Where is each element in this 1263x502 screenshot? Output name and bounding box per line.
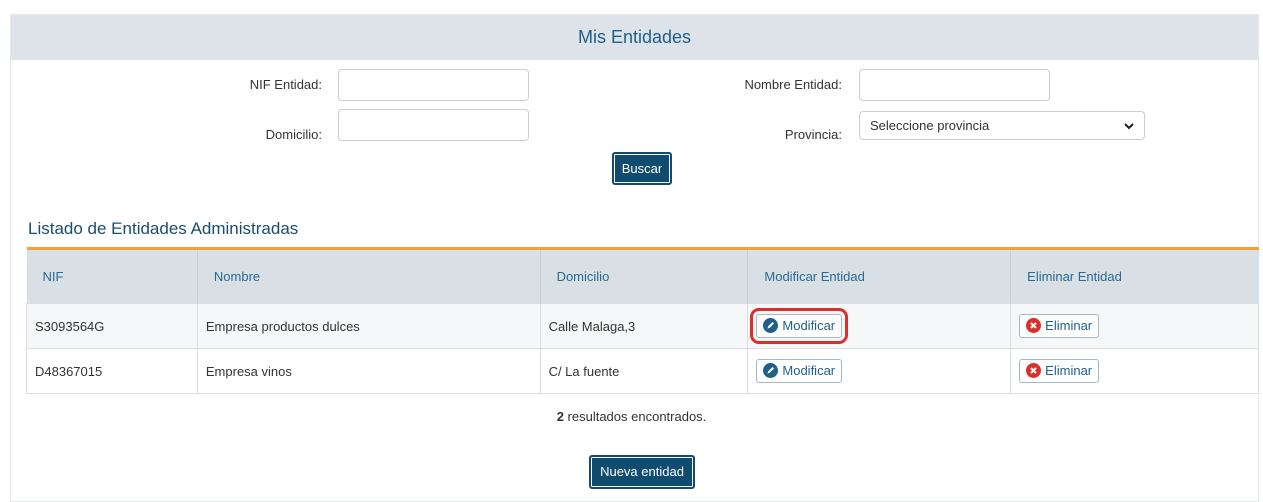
delete-button[interactable]: Eliminar (1019, 359, 1100, 383)
modify-label: Modificar (782, 363, 836, 378)
results-summary: 2 resultados encontrados. (0, 409, 1263, 424)
modify-button[interactable]: Modificar (750, 308, 849, 344)
nif-input[interactable] (338, 69, 529, 101)
table-row: D48367015 Empresa vinos C/ La fuente Mod… (26, 348, 1259, 394)
column-header-domicilio: Domicilio (540, 247, 749, 304)
column-header-nif: NIF (26, 247, 198, 304)
delete-label: Eliminar (1045, 318, 1093, 333)
provincia-select[interactable]: Seleccione provincia (859, 111, 1145, 140)
list-title: Listado de Entidades Administradas (28, 219, 299, 238)
results-text: resultados encontrados. (563, 409, 707, 424)
column-header-nombre: Nombre (197, 247, 541, 304)
cell-nif: S3093564G (26, 303, 198, 349)
domicilio-input[interactable] (338, 109, 529, 141)
table-header-row: NIF Nombre Domicilio Modificar Entidad E… (26, 247, 1259, 304)
chevron-down-icon (1124, 123, 1134, 130)
new-entity-button[interactable]: Nueva entidad (589, 455, 695, 489)
page-title: Mis Entidades (11, 15, 1258, 60)
search-button[interactable]: Buscar (612, 152, 672, 185)
cell-modify: Modificar (747, 303, 1012, 349)
column-header-eliminar: Eliminar Entidad (1010, 247, 1259, 304)
modify-button[interactable]: Modificar (756, 359, 843, 383)
cell-nif: D48367015 (26, 348, 198, 394)
results-count: 2 (556, 409, 564, 424)
delete-button[interactable]: Eliminar (1019, 314, 1100, 338)
cell-nombre: Empresa productos dulces (196, 303, 541, 349)
pencil-icon (763, 363, 779, 378)
cell-modify: Modificar (747, 348, 1012, 394)
column-header-modificar: Modificar Entidad (747, 247, 1012, 304)
cell-delete: Eliminar (1010, 348, 1259, 394)
cell-domicilio: Calle Malaga,3 (539, 303, 749, 349)
table-row: S3093564G Empresa productos dulces Calle… (26, 303, 1259, 349)
nombre-input[interactable] (859, 69, 1050, 101)
provincia-label: Provincia: (784, 127, 842, 142)
cell-nombre: Empresa vinos (196, 348, 541, 394)
close-circle-icon (1026, 318, 1042, 333)
pencil-icon (763, 318, 779, 333)
nombre-label: Nombre Entidad: (744, 77, 842, 92)
domicilio-label: Domicilio: (265, 127, 322, 142)
delete-label: Eliminar (1045, 363, 1093, 378)
cell-delete: Eliminar (1010, 303, 1259, 349)
close-circle-icon (1026, 363, 1042, 378)
entities-table: NIF Nombre Domicilio Modificar Entidad E… (26, 247, 1259, 394)
modify-label: Modificar (782, 318, 836, 333)
provincia-selected: Seleccione provincia (870, 118, 990, 133)
cell-domicilio: C/ La fuente (539, 348, 749, 394)
nif-label: NIF Entidad: (249, 77, 322, 92)
